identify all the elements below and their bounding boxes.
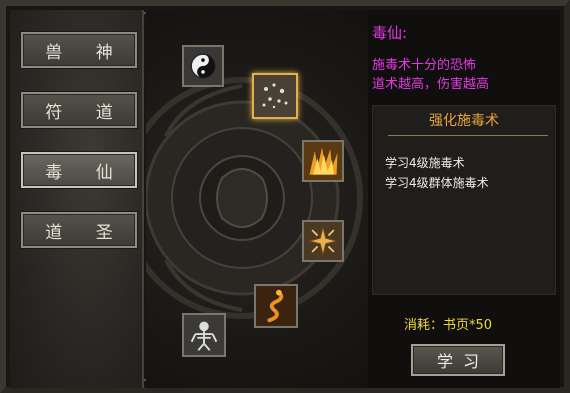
taiji-icon bbox=[184, 47, 222, 85]
rune-star-icon bbox=[304, 222, 342, 260]
skill-upgrade-box: 强化施毒术 学习4级施毒术 学习4级群体施毒术 bbox=[372, 105, 556, 295]
class-title: 毒仙: bbox=[372, 24, 408, 42]
tab-du-xian[interactable]: 毒 仙 bbox=[21, 152, 137, 188]
skill-node-taiji[interactable] bbox=[182, 45, 224, 87]
learn-button[interactable]: 学习 bbox=[411, 344, 505, 376]
tab-dao-sheng[interactable]: 道 圣 bbox=[21, 212, 137, 248]
skeleton-icon bbox=[184, 315, 224, 355]
serpent-icon bbox=[256, 286, 296, 326]
skill-upgrade-item: 学习4级群体施毒术 bbox=[385, 176, 489, 190]
tab-fu-dao[interactable]: 符 道 bbox=[21, 92, 137, 128]
skill-tree-emblem bbox=[146, 77, 363, 319]
skill-node-poison[interactable] bbox=[252, 73, 298, 119]
skill-upgrade-header: 强化施毒术 bbox=[429, 113, 499, 129]
skill-node-serpent[interactable] bbox=[254, 284, 298, 328]
divider bbox=[388, 135, 548, 136]
class-tab-panel: 兽 神 符 道 毒 仙 道 圣 bbox=[10, 10, 144, 388]
cost-label: 消耗：书页*50 bbox=[404, 318, 493, 333]
skill-node-skeleton[interactable] bbox=[182, 313, 226, 357]
tab-shou-shen[interactable]: 兽 神 bbox=[21, 32, 137, 68]
skill-node-fire-claw[interactable] bbox=[302, 140, 344, 182]
class-description-line-2: 道术越高，伤害越高 bbox=[372, 77, 490, 92]
class-description-line-1: 施毒术十分的恐怖 bbox=[372, 58, 477, 73]
skill-node-rune[interactable] bbox=[302, 220, 344, 262]
skill-tree-panel bbox=[146, 10, 368, 388]
skill-upgrade-item: 学习4级施毒术 bbox=[385, 156, 465, 170]
fire-claw-icon bbox=[304, 142, 342, 180]
poison-dots-icon bbox=[254, 75, 296, 117]
